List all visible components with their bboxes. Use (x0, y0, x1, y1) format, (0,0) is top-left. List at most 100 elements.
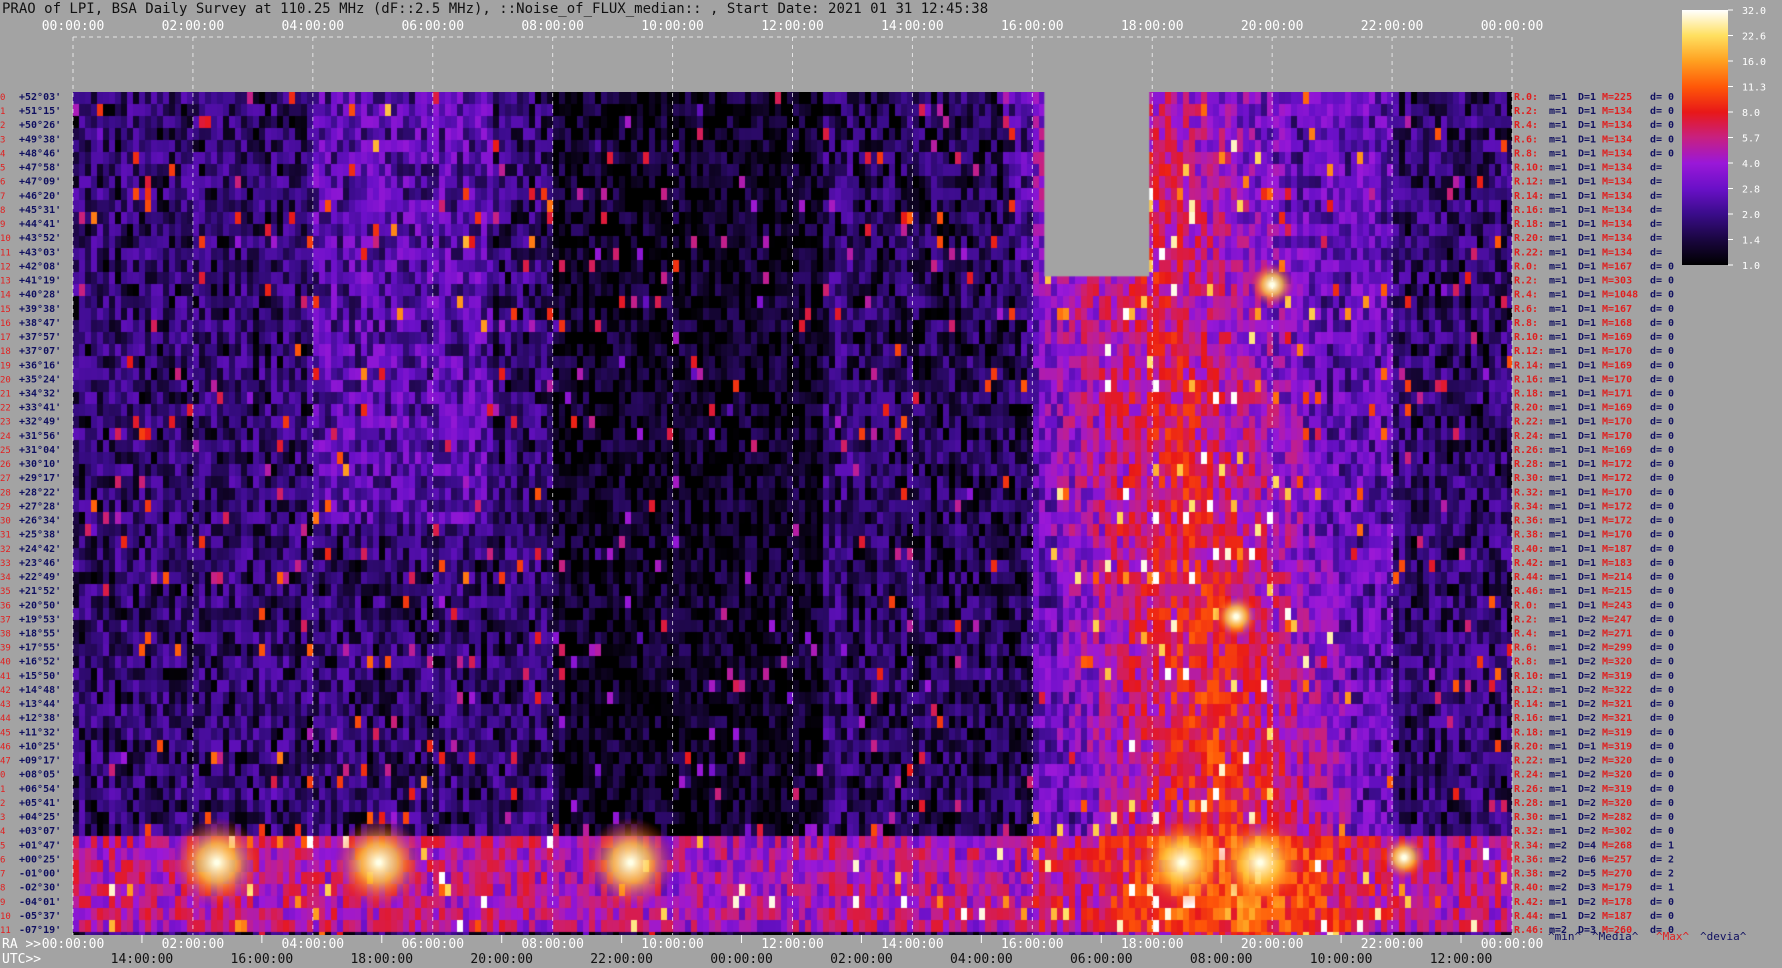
beam-label-dev: d= 0 (1650, 92, 1674, 103)
beam-label-r: R.22: (1514, 417, 1544, 428)
beam-label-d: D=1 (1578, 586, 1596, 597)
dec-tick-label: +35°24' (19, 374, 61, 385)
beam-label-r: R.38: (1514, 530, 1544, 541)
row-index-label: 6 (0, 178, 5, 188)
beam-label-r: R.14: (1514, 699, 1544, 710)
beam-label-m: m=1 (1549, 586, 1567, 597)
beam-label-m: m=1 (1549, 134, 1567, 145)
beam-label-dev: d= 0 (1650, 530, 1674, 541)
beam-label-d: D=1 (1578, 403, 1596, 414)
beam-label-dev: d= 0 (1650, 643, 1674, 654)
beam-label-dev: d= 0 (1650, 346, 1674, 357)
beam-label-m: m=1 (1549, 657, 1567, 668)
beam-label-dev: d= 0 (1650, 784, 1674, 795)
utc-tick-label: 12:00:00 (1430, 952, 1493, 967)
dec-tick-label: +45°31' (19, 205, 61, 216)
dec-tick-label: +03°07' (19, 826, 61, 837)
row-index-label: 26 (0, 460, 11, 470)
beam-label-m: m=2 (1549, 869, 1567, 880)
beam-label-r: R.4: (1514, 629, 1538, 640)
beam-label-d: D=2 (1578, 713, 1596, 724)
beam-label-r: R.26: (1514, 784, 1544, 795)
beam-label-d: D=1 (1578, 346, 1596, 357)
beam-label-max: M=225 (1602, 92, 1632, 103)
beam-label-r: R.22: (1514, 247, 1544, 258)
beam-label-max: M=179 (1602, 883, 1632, 894)
dec-tick-label: +31°04' (19, 445, 61, 456)
beam-label-max: M=320 (1602, 657, 1632, 668)
ra-tick-label: 22:00:00 (1361, 937, 1424, 952)
beam-label-d: D=2 (1578, 826, 1596, 837)
beam-label-max: M=320 (1602, 798, 1632, 809)
dec-tick-label: +46°20' (19, 191, 61, 202)
top-tick-label: 20:00:00 (1241, 19, 1304, 34)
row-index-label: 10 (0, 234, 11, 244)
dec-tick-label: +47°58' (19, 163, 61, 174)
beam-label-m: m=2 (1549, 883, 1567, 894)
beam-label-dev: d= 0 (1650, 134, 1674, 145)
beam-label-max: M=321 (1602, 713, 1632, 724)
beam-label-m: m=1 (1549, 403, 1567, 414)
beam-label-m: m=1 (1549, 530, 1567, 541)
beam-label-d: D=1 (1578, 431, 1596, 442)
beam-label-max: M=299 (1602, 643, 1632, 654)
beam-label-d: D=6 (1578, 854, 1596, 865)
beam-label-r: R.0: (1514, 600, 1538, 611)
beam-label-m: m=1 (1549, 501, 1567, 512)
beam-label-dev: d= 1 (1650, 840, 1674, 851)
beam-label-max: M=134 (1602, 233, 1632, 244)
dec-tick-label: +30°10' (19, 459, 61, 470)
dec-tick-label: +50°26' (19, 120, 61, 131)
beam-label-dev: d= (1650, 177, 1662, 188)
beam-label-dev: d= 0 (1650, 685, 1674, 696)
colorbar: 32.0 22.6 16.0 11.3 8.0 5.7 4.0 2.8 2.0 1.4 1.0 (1682, 6, 1766, 272)
row-index-label: 4 (0, 149, 5, 159)
beam-label-r: R.10: (1514, 671, 1544, 682)
beam-label-d: D=2 (1578, 812, 1596, 823)
row-index-label: 38 (0, 630, 11, 640)
utc-tick-label: 22:00:00 (590, 952, 653, 967)
dec-tick-label: +49°38' (19, 134, 61, 145)
beam-label-r: R.4: (1514, 120, 1538, 131)
row-index-label: 7 (0, 192, 5, 202)
dec-tick-label: +44°41' (19, 219, 61, 230)
beam-label-dev: d= 0 (1650, 290, 1674, 301)
beam-label-r: R.2: (1514, 106, 1538, 117)
beam-label-max: M=168 (1602, 318, 1632, 329)
beam-label-dev: d= 0 (1650, 431, 1674, 442)
beam-label-dev: d= 0 (1650, 261, 1674, 272)
beam-label-max: M=187 (1602, 544, 1632, 555)
dec-tick-label: +36°16' (19, 360, 61, 371)
beam-label-m: m=1 (1549, 487, 1567, 498)
ra-prefix: RA >> (2, 937, 41, 952)
dec-tick-label: +47°09' (19, 177, 61, 188)
beam-label-d: D=1 (1578, 445, 1596, 456)
row-index-label: 20 (0, 375, 11, 385)
top-tick-label: 00:00:00 (42, 19, 105, 34)
beam-label-m: m=1 (1549, 92, 1567, 103)
beam-label-r: R.26: (1514, 445, 1544, 456)
beam-label-max: M=319 (1602, 741, 1632, 752)
beam-label-d: D=1 (1578, 177, 1596, 188)
beam-label-max: M=319 (1602, 784, 1632, 795)
beam-label-max: M=321 (1602, 699, 1632, 710)
dec-tick-label: +17°55' (19, 643, 61, 654)
beam-label-max: M=302 (1602, 826, 1632, 837)
beam-label-dev: d= 0 (1650, 360, 1674, 371)
beam-label-dev: d= 0 (1650, 897, 1674, 908)
row-index-label: 15 (0, 305, 11, 315)
beam-label-m: m=1 (1549, 713, 1567, 724)
beam-label-d: D=2 (1578, 727, 1596, 738)
beam-label-m: m=1 (1549, 770, 1567, 781)
beam-label-dev: d= 0 (1650, 106, 1674, 117)
chart-svg: 00:00:00 02:00:00 04:00:00 06:00:00 08:00:00… (0, 6, 1766, 968)
row-index-label: 30 (0, 517, 11, 527)
beam-label-d: D=1 (1578, 600, 1596, 611)
beam-label-m: m=1 (1549, 459, 1567, 470)
beam-label-m: m=1 (1549, 177, 1567, 188)
beam-label-dev: d= 0 (1650, 614, 1674, 625)
beam-label-dev: d= 0 (1650, 487, 1674, 498)
beam-label-r: R.36: (1514, 516, 1544, 527)
dec-tick-label: +51°15' (19, 106, 61, 117)
ra-tick-label: 20:00:00 (1241, 937, 1304, 952)
